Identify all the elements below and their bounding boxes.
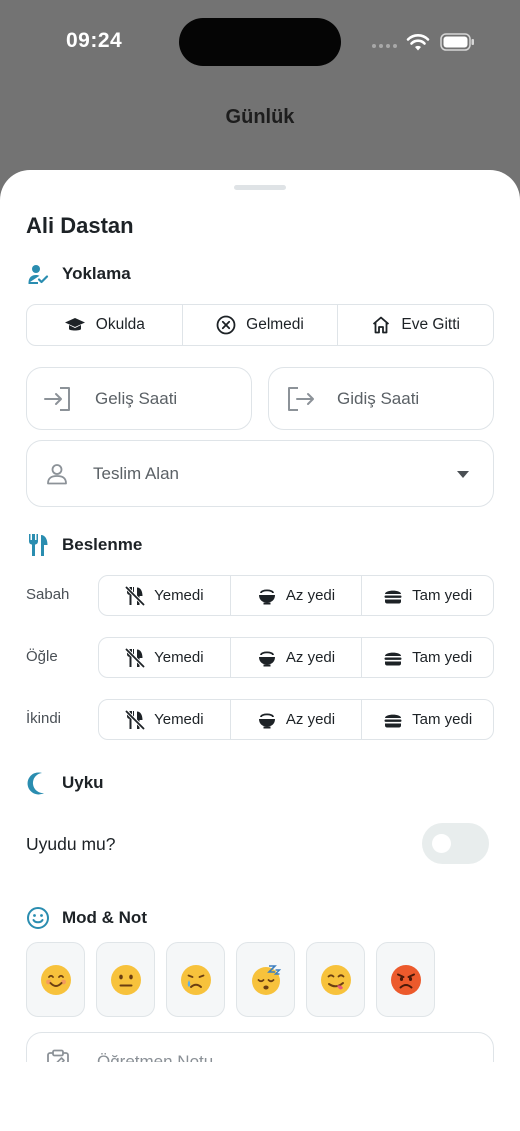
meal-option-not-eaten[interactable]: Yemedi	[99, 638, 231, 677]
login-icon	[44, 386, 70, 411]
clipboard-edit-icon	[47, 1049, 69, 1062]
sleeping-face-icon	[251, 964, 281, 995]
departure-time-field[interactable]: Gidiş Saati	[268, 367, 494, 430]
status-bar: 09:24	[0, 0, 520, 80]
x-circle-icon	[216, 315, 236, 335]
meal-segmented-control-snack: Yemedi Az yedi Tam yedi	[98, 699, 494, 740]
meal-segmented-control-breakfast: Yemedi Az yedi Tam yedi	[98, 575, 494, 616]
nutrition-section-title: Beslenme	[26, 533, 142, 557]
bowl-icon	[258, 712, 275, 728]
option-label: Eve Gitti	[401, 316, 460, 333]
mood-option-drooling[interactable]	[306, 942, 365, 1017]
pickup-person-placeholder: Teslim Alan	[93, 463, 179, 483]
crying-face-icon	[180, 964, 211, 995]
moon-icon	[26, 771, 50, 795]
burger-icon	[384, 714, 402, 727]
meal-label-breakfast: Sabah	[26, 586, 70, 603]
dynamic-island	[179, 18, 341, 66]
meal-option-ate-little[interactable]: Az yedi	[231, 638, 363, 677]
option-label: Tam yedi	[412, 649, 473, 666]
meal-segmented-control-lunch: Yemedi Az yedi Tam yedi	[98, 637, 494, 678]
mood-title-label: Mod & Not	[62, 908, 147, 927]
sheet-drag-handle[interactable]	[234, 185, 286, 190]
mood-option-happy[interactable]	[26, 942, 85, 1017]
bowl-icon	[258, 588, 275, 604]
person-check-icon	[26, 262, 50, 286]
attendance-option-went-home[interactable]: Eve Gitti	[338, 305, 493, 345]
home-icon	[373, 316, 390, 334]
utensils-crossed-icon	[125, 709, 145, 730]
option-label: Okulda	[95, 316, 145, 333]
option-label: Tam yedi	[412, 711, 473, 728]
logout-icon	[288, 386, 314, 411]
mood-section-title: Mod & Not	[26, 906, 147, 930]
option-label: Yemedi	[154, 649, 204, 666]
option-label: Az yedi	[285, 649, 336, 666]
graduation-cap-icon	[64, 318, 85, 331]
child-name: Ali Dastan	[26, 213, 134, 238]
attendance-section-title: Yoklama	[26, 262, 131, 286]
arrival-time-field[interactable]: Geliş Saati	[26, 367, 252, 430]
slept-question-label: Uyudu mu?	[26, 834, 116, 854]
pickup-person-select[interactable]: Teslim Alan	[26, 440, 494, 507]
sleep-section-title: Uyku	[26, 771, 104, 795]
person-icon	[47, 463, 67, 484]
status-time: 09:24	[66, 29, 123, 52]
mood-option-neutral[interactable]	[96, 942, 155, 1017]
slept-toggle[interactable]	[422, 823, 489, 864]
meal-option-ate-little[interactable]: Az yedi	[231, 576, 363, 615]
happy-face-icon	[40, 964, 71, 995]
attendance-title-label: Yoklama	[62, 264, 131, 283]
option-label: Yemedi	[154, 587, 204, 604]
option-label: Gelmedi	[246, 316, 304, 333]
bowl-icon	[258, 650, 275, 666]
smile-icon	[26, 906, 50, 930]
nutrition-title-label: Beslenme	[62, 535, 143, 554]
battery-icon	[440, 33, 474, 51]
mood-option-sad[interactable]	[166, 942, 225, 1017]
option-label: Tam yedi	[412, 587, 473, 604]
utensils-crossed-icon	[125, 647, 145, 668]
page-title: Günlük	[225, 106, 295, 128]
meal-option-not-eaten[interactable]: Yemedi	[99, 700, 231, 739]
daily-report-sheet: Ali Dastan Yoklama Okulda Gelmedi Eve Gi…	[0, 170, 520, 1062]
arrival-time-placeholder: Geliş Saati	[95, 388, 178, 408]
option-label: Az yedi	[285, 711, 336, 728]
meal-label-lunch: Öğle	[26, 648, 58, 665]
meal-option-ate-all[interactable]: Tam yedi	[362, 638, 493, 677]
mood-picker	[26, 942, 435, 1017]
meal-option-ate-all[interactable]: Tam yedi	[362, 576, 493, 615]
chevron-down-icon	[457, 471, 469, 478]
neutral-face-icon	[110, 964, 141, 995]
attendance-option-absent[interactable]: Gelmedi	[183, 305, 339, 345]
burger-icon	[384, 590, 402, 603]
fork-knife-icon	[26, 533, 50, 557]
teacher-note-placeholder: Öğretmen Notu	[97, 1052, 214, 1062]
option-label: Az yedi	[285, 587, 336, 604]
wifi-icon	[406, 34, 430, 51]
meal-option-not-eaten[interactable]: Yemedi	[99, 576, 231, 615]
option-label: Yemedi	[154, 711, 204, 728]
burger-icon	[384, 652, 402, 665]
cellular-signal-icon	[372, 44, 397, 48]
departure-time-placeholder: Gidiş Saati	[337, 388, 420, 408]
sleep-title-label: Uyku	[62, 773, 104, 792]
attendance-option-at-school[interactable]: Okulda	[27, 305, 183, 345]
attendance-segmented-control: Okulda Gelmedi Eve Gitti	[26, 304, 494, 346]
drooling-face-icon	[320, 964, 351, 995]
utensils-crossed-icon	[125, 585, 145, 606]
angry-face-icon	[390, 964, 421, 995]
meal-option-ate-all[interactable]: Tam yedi	[362, 700, 493, 739]
teacher-note-field[interactable]: Öğretmen Notu	[26, 1032, 494, 1062]
meal-label-snack: İkindi	[26, 710, 62, 727]
meal-option-ate-little[interactable]: Az yedi	[231, 700, 363, 739]
mood-option-sleepy[interactable]	[236, 942, 295, 1017]
mood-option-angry[interactable]	[376, 942, 435, 1017]
toggle-knob	[432, 834, 451, 853]
